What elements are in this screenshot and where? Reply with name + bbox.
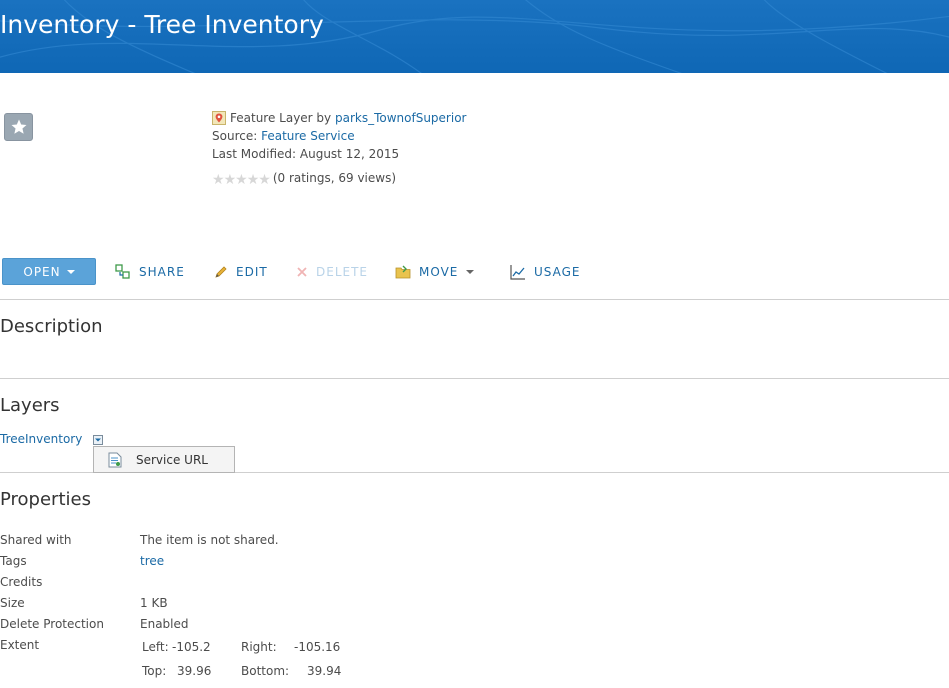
rating-star-icon[interactable]: ★ — [247, 172, 260, 188]
rating-stars[interactable]: ★★★★★ — [212, 171, 271, 189]
delete-label: DELETE — [316, 264, 369, 279]
property-key: Delete Protection — [0, 617, 104, 631]
description-heading: Description — [0, 316, 103, 337]
property-key: Extent — [0, 638, 40, 652]
extent-bottom-label: Bottom: — [241, 664, 290, 678]
rating-row: ★★★★★ (0 ratings, 69 views) — [212, 169, 466, 189]
property-value: 1 KB — [140, 596, 168, 610]
source-label: Source: — [212, 129, 258, 143]
chart-icon — [510, 264, 526, 280]
modified-label: Last Modified: — [212, 147, 297, 161]
service-url-label: Service URL — [136, 452, 208, 467]
star-icon — [11, 119, 26, 134]
source-row: Source: Feature Service — [212, 127, 466, 145]
item-toolbar: OPEN SHARE EDIT DELETE MOVE USAGE — [0, 258, 949, 285]
property-key: Shared with — [0, 533, 72, 547]
divider — [0, 299, 949, 300]
extent-left-value: -105.2 — [172, 640, 211, 654]
x-icon — [296, 266, 308, 278]
edit-button[interactable]: EDIT — [214, 258, 268, 285]
usage-label: USAGE — [534, 264, 581, 279]
chevron-down-icon — [66, 269, 75, 274]
open-button[interactable]: OPEN — [2, 258, 96, 285]
folder-icon — [395, 265, 411, 279]
modified-row: Last Modified: August 12, 2015 — [212, 145, 466, 163]
move-label: MOVE — [419, 264, 459, 279]
delete-button[interactable]: DELETE — [296, 258, 368, 285]
document-icon — [108, 452, 122, 468]
properties-heading: Properties — [0, 489, 91, 510]
share-icon — [115, 263, 131, 280]
extent-top-label: Top: — [142, 664, 167, 678]
item-thumbnail — [4, 113, 33, 141]
share-label: SHARE — [139, 264, 185, 279]
extent-top-value: 39.96 — [177, 664, 212, 678]
move-button[interactable]: MOVE — [395, 258, 475, 285]
extent-bottom-value: 39.94 — [307, 664, 342, 678]
property-value: The item is not shared. — [140, 533, 279, 547]
chevron-down-icon — [466, 269, 475, 274]
ratings-text: (0 ratings, 69 views) — [272, 171, 397, 185]
rating-star-icon[interactable]: ★ — [258, 172, 271, 188]
service-url-menu-item[interactable]: Service URL — [93, 446, 235, 473]
tag-link[interactable]: tree — [140, 554, 164, 568]
header-banner: Inventory - Tree Inventory — [0, 0, 949, 73]
extent-right-value: -105.16 — [294, 640, 341, 654]
property-value: Enabled — [140, 617, 189, 631]
page-title: Inventory - Tree Inventory — [0, 10, 324, 39]
item-type-text: Feature Layer by — [230, 111, 332, 125]
owner-link[interactable]: parks_TownofSuperior — [335, 111, 467, 125]
property-key: Credits — [0, 575, 43, 589]
pencil-icon — [214, 265, 228, 279]
usage-button[interactable]: USAGE — [510, 258, 581, 285]
rating-star-icon[interactable]: ★ — [212, 172, 225, 188]
layer-link-treeinventory[interactable]: TreeInventory — [0, 432, 82, 446]
open-label: OPEN — [23, 264, 61, 279]
property-key: Tags — [0, 554, 27, 568]
extent-right-label: Right: — [241, 640, 277, 654]
divider — [0, 378, 949, 379]
extent-left-label: Left: — [142, 640, 169, 654]
source-link[interactable]: Feature Service — [261, 129, 355, 143]
layers-heading: Layers — [0, 395, 60, 416]
layer-menu-toggle[interactable] — [93, 435, 103, 445]
rating-star-icon[interactable]: ★ — [235, 172, 248, 188]
edit-label: EDIT — [236, 264, 268, 279]
chevron-down-icon — [95, 438, 101, 442]
share-button[interactable]: SHARE — [115, 258, 185, 285]
rating-star-icon[interactable]: ★ — [224, 172, 237, 188]
modified-value: August 12, 2015 — [299, 147, 400, 161]
item-meta: Feature Layer by parks_TownofSuperior So… — [212, 109, 466, 189]
property-key: Size — [0, 596, 25, 610]
item-type-row: Feature Layer by parks_TownofSuperior — [212, 109, 466, 127]
